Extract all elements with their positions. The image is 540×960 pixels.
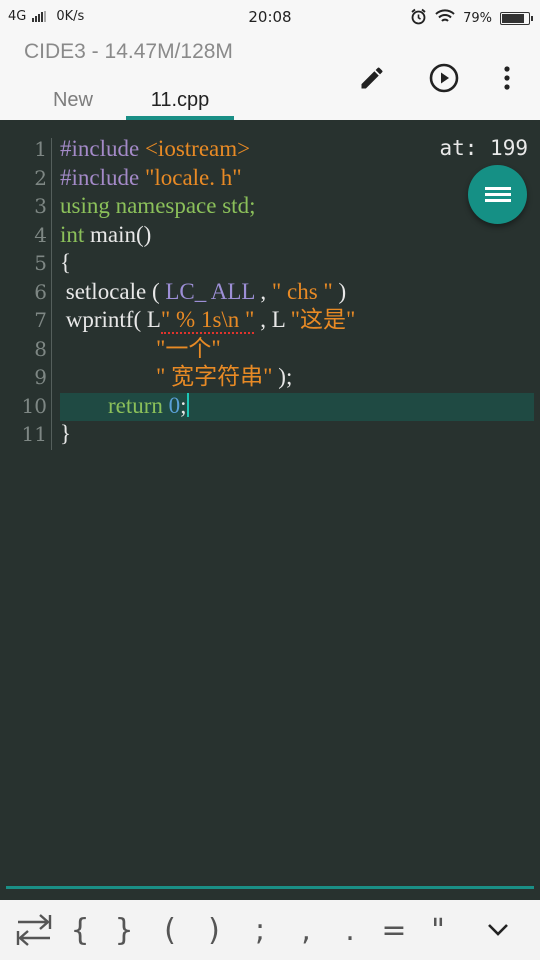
symbol-key-semicolon[interactable]: ; — [240, 908, 280, 952]
code-text[interactable]: using namespace std; — [60, 192, 255, 221]
code-text[interactable]: return 0; — [108, 392, 189, 421]
status-right: 79% — [410, 8, 533, 29]
code-text[interactable]: "一个" — [156, 335, 221, 364]
line-number: 7 — [34, 308, 47, 332]
line-number: 10 — [21, 393, 47, 418]
code-line-current[interactable]: 10 return 0; — [0, 392, 540, 421]
code-line[interactable]: 5 { — [0, 249, 540, 278]
battery-icon — [500, 12, 533, 25]
symbol-key-close-brace[interactable]: } — [104, 908, 144, 952]
code-text[interactable]: { — [60, 249, 71, 278]
line-number: 6 — [34, 279, 47, 304]
symbol-key-comma[interactable]: , — [286, 908, 326, 952]
code-line[interactable]: 7 wprintf( L" % 1s\n " , L "这是" — [0, 306, 540, 335]
code-text[interactable]: " 宽字符串" ); — [156, 363, 292, 392]
chevron-down-icon[interactable] — [476, 908, 520, 952]
tab-11-cpp[interactable]: 11.cpp — [126, 80, 234, 120]
code-text[interactable]: int main() — [60, 221, 151, 250]
code-line[interactable]: 3 using namespace std; — [0, 192, 540, 221]
text-cursor — [186, 392, 189, 417]
line-number: 11 — [21, 422, 47, 446]
line-number: 4 — [34, 222, 47, 247]
code-text[interactable]: #include "locale. h" — [60, 164, 242, 193]
symbol-key-open-brace[interactable]: { — [60, 908, 100, 952]
symbol-bar: { } ( ) ; , . = " — [0, 900, 540, 960]
code-line[interactable]: 1 #include <iostream> — [0, 135, 540, 164]
code-text[interactable]: #include <iostream> — [60, 135, 250, 164]
symbol-key-open-paren[interactable]: ( — [150, 908, 190, 952]
code-line[interactable]: 4 int main() — [0, 221, 540, 250]
editor-bottom-divider — [6, 886, 534, 889]
line-number: 1 — [34, 137, 47, 161]
wifi-icon — [435, 9, 455, 28]
line-number: 2 — [34, 165, 47, 190]
battery-percent: 79% — [463, 11, 492, 26]
symbol-key-equals[interactable]: = — [374, 908, 414, 952]
run-icon[interactable] — [426, 60, 462, 96]
line-number: 3 — [34, 194, 47, 218]
edit-icon[interactable] — [354, 60, 390, 96]
symbol-key-quote[interactable]: " — [418, 908, 458, 952]
switch-icon[interactable] — [10, 908, 58, 952]
line-number: 5 — [34, 251, 47, 275]
code-line[interactable]: 6 setlocale ( LC_ ALL , " chs " ) — [0, 278, 540, 307]
code-line[interactable]: 9 " 宽字符串" ); — [0, 363, 540, 392]
symbol-key-period[interactable]: . — [330, 908, 370, 952]
alarm-icon — [410, 8, 427, 29]
code-text[interactable]: } — [60, 420, 71, 449]
menu-fab-button[interactable] — [468, 165, 527, 224]
app-bar: CIDE3 - 14.47M/128M New 11.cpp — [0, 34, 540, 120]
code-text[interactable]: setlocale ( LC_ ALL , " chs " ) — [60, 278, 346, 307]
tab-new[interactable]: New — [28, 80, 118, 120]
code-text[interactable]: wprintf( L" % 1s\n " , L "这是" — [60, 306, 355, 335]
app-title: CIDE3 - 14.47M/128M — [24, 40, 233, 63]
code-line[interactable]: 8 "一个" — [0, 335, 540, 364]
hamburger-icon — [484, 184, 511, 205]
code-line[interactable]: 2 #include "locale. h" — [0, 164, 540, 193]
line-number: 8 — [34, 336, 47, 361]
status-bar: 4G 0K/s 20:08 79% — [0, 0, 540, 34]
more-icon[interactable] — [489, 60, 525, 96]
line-number: 9 — [34, 365, 47, 389]
symbol-key-close-paren[interactable]: ) — [194, 908, 234, 952]
code-line[interactable]: 11 } — [0, 420, 540, 449]
code-editor[interactable]: at: 199 1 #include <iostream> 2 #include… — [0, 120, 540, 885]
